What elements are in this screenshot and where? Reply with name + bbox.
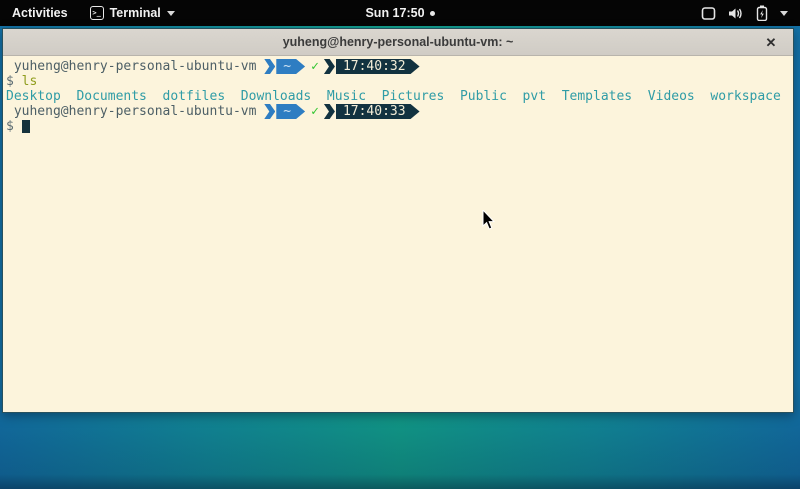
clock[interactable]: Sun 17:50 (365, 6, 424, 20)
directory-names: Desktop Documents dotfiles Downloads Mus… (6, 89, 781, 104)
window-title: yuheng@henry-personal-ubuntu-vm: ~ (3, 35, 793, 49)
volume-icon (728, 6, 744, 21)
prompt-path-segment: ~ (276, 59, 305, 74)
prompt-line: yuheng@henry-personal-ubuntu-vm ~ ✓ 17:4… (6, 104, 791, 119)
window-titlebar[interactable]: yuheng@henry-personal-ubuntu-vm: ~ ✕ (3, 29, 793, 56)
prompt-host: yuheng@henry-personal-ubuntu-vm (6, 104, 264, 119)
powerline-arrow-icon (264, 59, 275, 74)
powerline-arrow-icon (264, 104, 275, 119)
system-status-area[interactable] (689, 0, 800, 26)
prompt-path-segment: ~ (276, 104, 305, 119)
activities-button[interactable]: Activities (0, 0, 80, 26)
chevron-down-icon (780, 11, 788, 16)
prompt-time-segment: 17:40:32 (336, 59, 420, 74)
checkmark-icon: ✓ (311, 59, 319, 74)
powerline-arrow-icon (324, 59, 335, 74)
close-button[interactable]: ✕ (761, 29, 781, 56)
prompt-line: yuheng@henry-personal-ubuntu-vm ~ ✓ 17:4… (6, 59, 791, 74)
prompt-symbol: $ (6, 74, 22, 89)
powerline-arrow-icon (324, 104, 335, 119)
terminal-content[interactable]: yuheng@henry-personal-ubuntu-vm ~ ✓ 17:4… (3, 56, 793, 412)
terminal-icon: >_ (90, 6, 104, 20)
display-icon (701, 6, 716, 21)
app-menu-terminal[interactable]: >_ Terminal (80, 0, 185, 26)
command-text: ls (22, 74, 38, 89)
top-bar: Activities >_ Terminal Sun 17:50 (0, 0, 800, 26)
input-line[interactable]: $ (6, 119, 791, 134)
terminal-window: yuheng@henry-personal-ubuntu-vm: ~ ✕ yuh… (2, 28, 794, 413)
text-cursor (22, 120, 30, 133)
battery-charging-icon (756, 5, 768, 21)
command-line: $ ls (6, 74, 791, 89)
chevron-down-icon (167, 11, 175, 16)
notification-dot-icon (430, 11, 435, 16)
prompt-host: yuheng@henry-personal-ubuntu-vm (6, 59, 264, 74)
prompt-symbol: $ (6, 119, 22, 134)
prompt-time-segment: 17:40:33 (336, 104, 420, 119)
checkmark-icon: ✓ (311, 104, 319, 119)
app-menu-label: Terminal (110, 6, 161, 20)
directory-listing: Desktop Documents dotfiles Downloads Mus… (6, 89, 791, 104)
